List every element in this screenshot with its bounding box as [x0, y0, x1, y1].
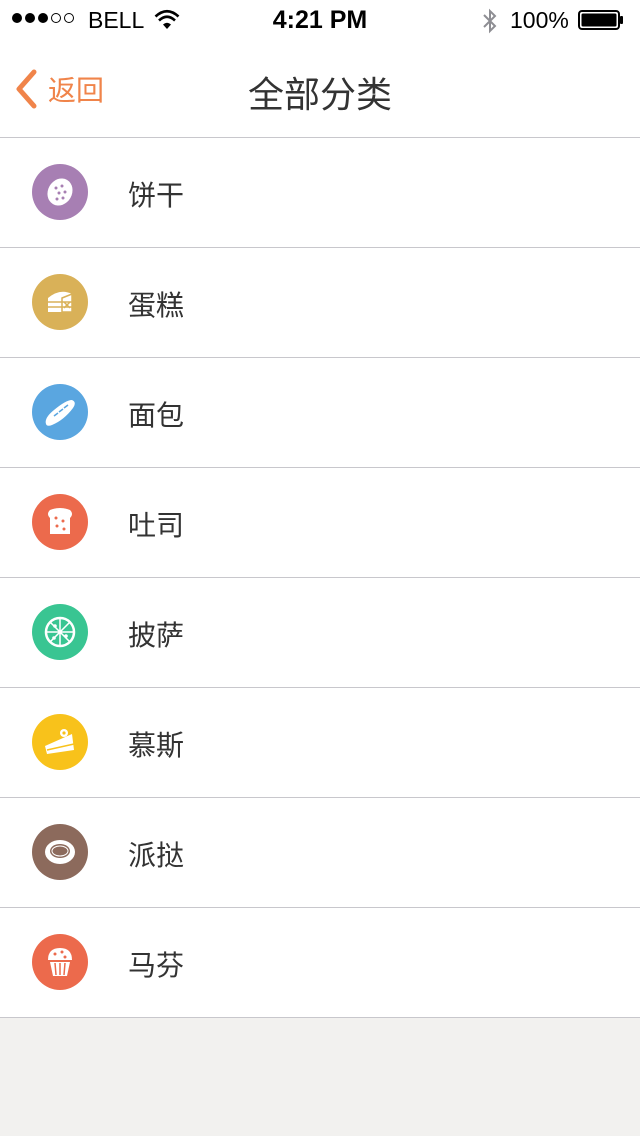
category-label: 马芬 — [128, 949, 185, 982]
category-item-mousse[interactable]: 慕斯 — [0, 688, 640, 798]
category-label: 披萨 — [128, 619, 185, 652]
pizza-icon — [32, 604, 88, 660]
category-label: 饼干 — [128, 179, 185, 212]
category-label: 派挞 — [128, 839, 185, 872]
category-label: 蛋糕 — [128, 289, 185, 322]
category-label: 面包 — [128, 399, 185, 432]
category-item-cookie[interactable]: 饼干 — [0, 138, 640, 248]
category-item-muffin[interactable]: 马芬 — [0, 908, 640, 1018]
category-list: 饼干 蛋糕 面包 吐司 披萨 慕斯 派挞 马芬 — [0, 138, 640, 1018]
category-item-pizza[interactable]: 披萨 — [0, 578, 640, 688]
category-item-cake[interactable]: 蛋糕 — [0, 248, 640, 358]
cake-icon — [32, 274, 88, 330]
muffin-icon — [32, 934, 88, 990]
navigation-bar: 返回 全部分类 — [0, 40, 640, 138]
pie-icon — [32, 824, 88, 880]
battery-icon — [578, 10, 623, 30]
toast-icon — [32, 494, 88, 550]
bread-icon — [32, 384, 88, 440]
category-item-pie[interactable]: 派挞 — [0, 798, 640, 908]
page-title: 全部分类 — [247, 75, 392, 116]
battery-percent: 100% — [510, 7, 569, 33]
bluetooth-icon — [483, 8, 497, 34]
category-item-bread[interactable]: 面包 — [0, 358, 640, 468]
category-label: 慕斯 — [128, 729, 185, 762]
category-item-toast[interactable]: 吐司 — [0, 468, 640, 578]
cookie-icon — [32, 164, 88, 220]
mousse-icon — [32, 714, 88, 770]
status-bar: BELL 4:21 PM 100% — [0, 0, 640, 40]
category-label: 吐司 — [128, 509, 185, 542]
